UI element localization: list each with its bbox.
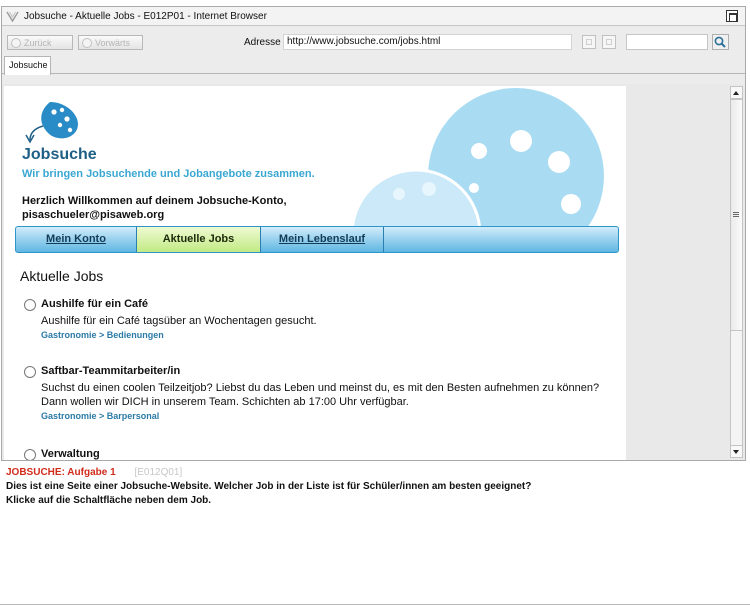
job-category: Gastronomie > Bedienungen [41, 330, 164, 340]
reload-icon [606, 39, 612, 45]
job-category: Gastronomie > Barpersonal [41, 411, 160, 421]
tab-bar: Jobsuche [2, 54, 745, 75]
back-label: Zurück [24, 37, 52, 48]
window-title: Jobsuche - Aktuelle Jobs - E012P01 - Int… [24, 10, 267, 22]
task-code: [E012Q01] [134, 467, 183, 478]
scroll-down-button[interactable] [731, 445, 742, 457]
divider [0, 604, 750, 605]
task-label: JOBSUCHE: Aufgabe 1 [6, 467, 116, 478]
content-area: Jobsuche Wir bringen Jobsuchende und Job… [2, 84, 745, 460]
site-nav: Mein Konto Aktuelle Jobs Mein Lebenslauf [15, 226, 619, 253]
bubbles-decoration [350, 88, 604, 246]
back-button[interactable]: Zurück [7, 35, 73, 50]
nav-mein-lebenslauf[interactable]: Mein Lebenslauf [261, 227, 384, 252]
title-bar: Jobsuche - Aktuelle Jobs - E012P01 - Int… [2, 7, 745, 26]
nav-aktuelle-jobs[interactable]: Aktuelle Jobs [137, 227, 261, 252]
forward-button[interactable]: Vorwärts [78, 35, 143, 50]
address-field[interactable]: http://www.jobsuche.com/jobs.html [283, 34, 572, 50]
job-title: Verwaltung [41, 448, 100, 460]
browser-toolbar: Zurück Vorwärts Adresse http://www.jobsu… [2, 26, 745, 54]
task-question: Dies ist eine Seite einer Jobsuche-Websi… [6, 481, 532, 492]
job-title: Saftbar-Teammitarbeiter/in [41, 365, 181, 377]
job-title: Aushilfe für ein Café [41, 298, 148, 310]
address-label: Adresse [244, 37, 281, 48]
arrow-down-icon [733, 450, 739, 454]
welcome-message: Herzlich Willkommen auf deinem Jobsuche-… [22, 194, 287, 222]
maximize-button[interactable] [726, 10, 738, 22]
search-button[interactable] [712, 34, 729, 50]
nav-mein-konto[interactable]: Mein Konto [16, 227, 137, 252]
bookmark-button[interactable] [582, 35, 596, 49]
job-description: Aushilfe für ein Café tagsüber an Wochen… [41, 315, 317, 327]
scroll-up-button[interactable] [731, 87, 742, 99]
reload-button[interactable] [602, 35, 616, 49]
scroll-thumb[interactable] [731, 99, 742, 331]
web-page: Jobsuche Wir bringen Jobsuchende und Job… [4, 86, 626, 460]
browser-logo-icon [6, 11, 19, 22]
job-radio-button[interactable] [24, 366, 36, 378]
job-description: Suchst du einen coolen Teilzeitjob? Lieb… [41, 382, 600, 408]
arrow-up-icon [733, 91, 739, 95]
task-panel: JOBSUCHE: Aufgabe 1 [E012Q01] Dies ist e… [6, 466, 531, 508]
site-tagline: Wir bringen Jobsuchende und Jobangebote … [22, 168, 315, 180]
search-icon [714, 36, 726, 48]
tab-jobsuche[interactable]: Jobsuche [4, 56, 51, 75]
job-radio-button[interactable] [24, 299, 36, 311]
bookmark-icon [586, 39, 592, 45]
forward-label: Vorwärts [95, 37, 131, 48]
site-title: Jobsuche [22, 146, 97, 163]
search-input[interactable] [626, 34, 708, 50]
welcome-line: Herzlich Willkommen auf deinem Jobsuche-… [22, 195, 287, 207]
back-arrow-icon [11, 37, 21, 48]
browser-window: Jobsuche - Aktuelle Jobs - E012P01 - Int… [1, 6, 746, 461]
vertical-scrollbar[interactable] [730, 86, 743, 458]
jobsuche-logo-icon [25, 102, 78, 144]
grip-icon [733, 212, 739, 217]
job-radio-button[interactable] [24, 449, 36, 460]
forward-arrow-icon [82, 37, 92, 48]
task-instruction: Klicke auf die Schaltfläche neben dem Jo… [6, 495, 212, 506]
user-email: pisaschueler@pisaweb.org [22, 209, 165, 221]
section-heading: Aktuelle Jobs [20, 268, 104, 284]
